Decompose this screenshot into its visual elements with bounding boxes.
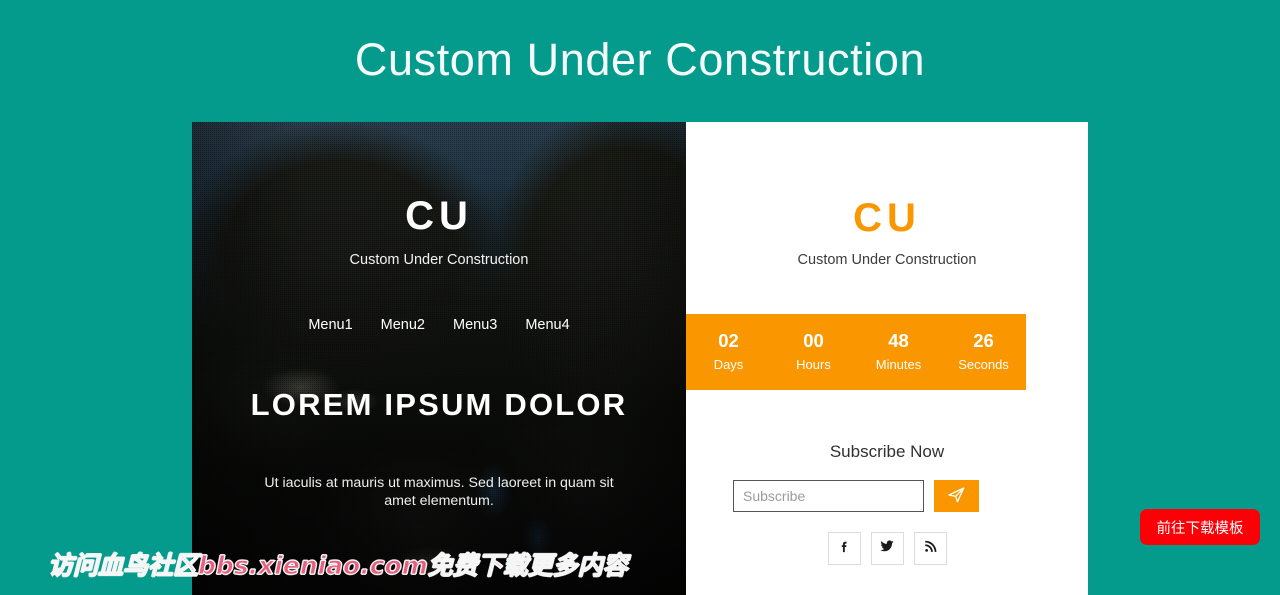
hero-description: Ut iaculis at mauris ut maximus. Sed lao… [264,475,614,509]
countdown-seconds-value: 26 [973,330,994,351]
countdown-hours-label: Hours [796,357,831,372]
social-link-twitter[interactable] [870,532,904,565]
subscribe-input[interactable] [733,480,924,512]
countdown-minutes-label: Minutes [875,357,922,372]
countdown-minutes-value: 48 [888,330,909,351]
subscribe-form [733,480,979,512]
subscribe-submit-button[interactable] [934,480,979,512]
countdown-seconds-label: Seconds [958,357,1009,372]
site-watermark: 访问血鸟社区bbs.xieniao.com免费下载更多内容 [48,551,629,581]
left-panel-content: CU Custom Under Construction Menu1 Menu2… [192,122,686,595]
nav-item-menu3[interactable]: Menu3 [439,315,511,335]
social-link-rss[interactable] [913,532,947,565]
nav-item-menu2[interactable]: Menu2 [367,315,439,335]
left-logo: CU [405,194,473,238]
subscribe-heading: Subscribe Now [829,442,945,461]
nav-item-menu4[interactable]: Menu4 [511,315,583,335]
nav-item-menu1[interactable]: Menu1 [294,315,366,335]
left-hero-panel: CU Custom Under Construction Menu1 Menu2… [192,122,686,595]
social-link-facebook[interactable] [827,532,861,565]
countdown-hours: 00 Hours [771,314,856,390]
twitter-icon [879,538,895,559]
countdown-minutes: 48 Minutes [856,314,941,390]
page-root: Custom Under Construction CU Custom Unde… [0,0,1280,595]
left-logo-subtitle: Custom Under Construction [349,252,529,268]
page-title: Custom Under Construction [354,34,926,85]
right-logo-subtitle: Custom Under Construction [797,252,977,268]
main-navigation: Menu1 Menu2 Menu3 Menu4 [192,315,686,335]
right-info-panel: CU Custom Under Construction 02 Days 00 … [686,122,1088,595]
content-panels: CU Custom Under Construction Menu1 Menu2… [192,122,1088,595]
social-links [686,532,1088,565]
facebook-icon [837,539,852,559]
hero-title: LOREM IPSUM DOLOR [250,387,628,422]
right-logo: CU [853,196,921,240]
countdown-seconds: 26 Seconds [941,314,1026,390]
rss-icon [923,539,938,559]
paper-plane-icon [947,485,966,507]
download-template-button[interactable]: 前往下载模板 [1140,509,1260,545]
countdown-hours-value: 00 [803,330,824,351]
countdown-days-value: 02 [718,330,739,351]
countdown-days-label: Days [713,357,744,372]
countdown-timer: 02 Days 00 Hours 48 Minutes 26 Seconds [686,314,1026,390]
countdown-days: 02 Days [686,314,771,390]
